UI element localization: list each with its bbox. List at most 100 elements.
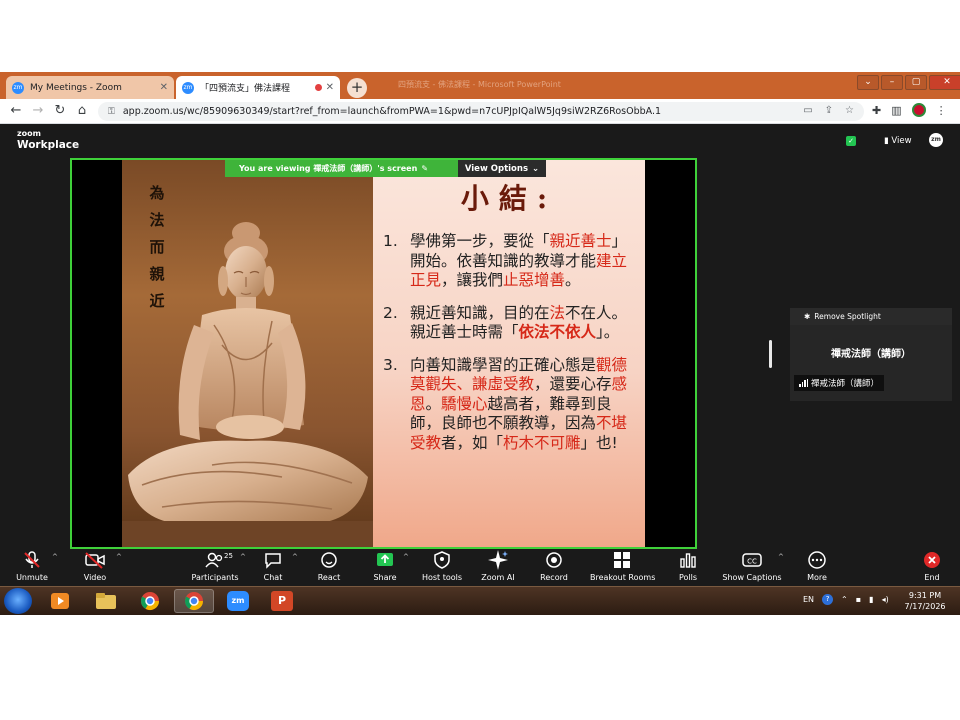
media-player-icon[interactable] (40, 589, 80, 613)
remove-spotlight-button[interactable]: ✱ Remove Spotlight (790, 308, 952, 325)
participant-label-text: 禪戒法師（講師） (811, 379, 880, 389)
captions-icon: CC (742, 553, 762, 567)
slide-list-item: 1. 學佛第一步，要從「親近善士」開始。依善知識的教導才能建立正見，讓我們止惡增善… (383, 232, 641, 291)
extensions-icon[interactable]: ✚ (872, 104, 881, 117)
flag-icon[interactable]: ▪ (856, 595, 861, 604)
slide-title: 小結: (460, 182, 558, 215)
chrome-menu-icon[interactable]: ⋮ (936, 104, 947, 117)
captions-chevron-icon[interactable]: ^ (778, 553, 784, 561)
video-options-chevron-icon[interactable]: ^ (116, 553, 122, 561)
highlight-run: 驕慢心 (441, 394, 488, 413)
text-run: 」。 (596, 323, 620, 341)
window-close-icon[interactable]: ✕ (929, 75, 960, 90)
record-label: Record (540, 573, 568, 582)
reload-icon[interactable]: ↻ (52, 103, 68, 119)
slide-item-list: 1. 學佛第一步，要從「親近善士」開始。依善知識的教導才能建立正見，讓我們止惡增善… (383, 232, 641, 466)
viewing-banner-text: You are viewing 禪戒法師（講師）'s screen (239, 164, 418, 173)
caption-char: 為 (149, 184, 165, 202)
forward-arrow-icon[interactable]: → (30, 103, 46, 119)
more-button[interactable]: More (785, 550, 849, 582)
remove-spotlight-label: Remove Spotlight (814, 312, 881, 321)
tab-course[interactable]: zm 「四預流支」佛法課程 ✕ (176, 76, 340, 99)
zoom-ai-button[interactable]: Zoom AI (466, 550, 530, 582)
windows-start-icon[interactable] (4, 588, 32, 614)
audio-options-chevron-icon[interactable]: ^ (52, 553, 58, 561)
text-run: 向善知識學習的正確心態是 (410, 355, 597, 374)
share-label: Share (373, 573, 397, 582)
taskbar-clock[interactable]: 9:31 PM 7/17/2026 (899, 590, 951, 612)
browser-tab-strip: zm My Meetings - Zoom ✕ zm 「四預流支」佛法課程 ✕ … (0, 72, 960, 99)
side-panel-icon[interactable]: ▥ (891, 104, 901, 117)
encryption-shield-icon[interactable]: ✓ (846, 136, 856, 146)
view-button[interactable]: ▮ View (884, 136, 912, 146)
annotate-pen-icon[interactable]: ✎ (421, 164, 428, 173)
breakout-rooms-label: Breakout Rooms (590, 573, 656, 582)
windows-taskbar: zm P EN ? ⌃ ▪ ▮ ◂) 9:31 PM 7/17/2026 (0, 586, 960, 615)
participants-button[interactable]: Participants (183, 550, 247, 582)
site-info-icon[interactable]: ⚿ (108, 107, 115, 117)
polls-label: Polls (678, 573, 698, 582)
polls-button[interactable]: Polls (656, 550, 720, 582)
share-page-icon[interactable]: ⇪ (825, 105, 833, 116)
tab-label: My Meetings - Zoom (30, 82, 122, 93)
close-tab-icon[interactable]: ✕ (160, 82, 168, 93)
minimize-icon[interactable]: – (881, 75, 903, 90)
end-button[interactable]: End (900, 550, 960, 582)
chrome-active-icon[interactable] (174, 589, 214, 613)
bookmark-star-icon[interactable]: ☆ (845, 105, 854, 116)
svg-text:CC: CC (747, 558, 757, 566)
chevron-down-icon: ⌄ (532, 163, 540, 174)
show-captions-button[interactable]: CC Show Captions (720, 550, 784, 582)
help-icon[interactable]: ? (822, 594, 834, 605)
tabs-dropdown-icon[interactable]: ⌄ (857, 75, 879, 90)
viewing-banner: You are viewing 禪戒法師（講師）'s screen ✎ (225, 160, 458, 177)
view-options-button[interactable]: View Options ⌄ (458, 160, 546, 177)
text-run: 。 (425, 394, 442, 413)
panel-resize-handle[interactable] (769, 340, 772, 368)
file-explorer-icon[interactable] (86, 589, 126, 613)
zoom-header: zoom Workplace ✓ ▮ View zm (0, 124, 960, 156)
close-tab-icon[interactable]: ✕ (326, 82, 334, 93)
zoom-account-badge[interactable]: zm (929, 133, 943, 147)
item-number: 2. (383, 303, 398, 322)
spotlight-video-tile[interactable]: 禪戒法師（講師） 禪戒法師（講師） (790, 325, 952, 401)
item-number: 3. (383, 355, 398, 374)
breakout-rooms-button[interactable]: Breakout Rooms (590, 550, 656, 582)
home-icon[interactable]: ⌂ (74, 103, 90, 119)
address-bar[interactable]: ⚿ app.zoom.us/wc/85909630349/start?ref_f… (98, 102, 864, 121)
system-tray: EN ? ⌃ ▪ ▮ ◂) (803, 594, 889, 605)
record-button[interactable]: Record (522, 550, 586, 582)
back-arrow-icon[interactable]: ← (8, 103, 24, 119)
maximize-icon[interactable]: ▢ (905, 75, 927, 90)
tile-participant-name: 禪戒法師（講師） (831, 349, 911, 360)
cast-icon[interactable]: ▭ (803, 105, 812, 116)
shared-screen: You are viewing 禪戒法師（講師）'s screen ✎ View… (70, 158, 697, 549)
share-chevron-icon[interactable]: ^ (403, 553, 409, 561)
workplace-label: Workplace (17, 139, 80, 151)
zoom-favicon-icon: zm (182, 81, 194, 94)
breakout-icon (614, 552, 630, 568)
text-run: ，還要心存 (534, 375, 612, 393)
tab-my-meetings[interactable]: zm My Meetings - Zoom ✕ (6, 76, 174, 99)
highlight-run: 朽木不可雕 (503, 433, 581, 452)
react-button[interactable]: React (297, 550, 361, 582)
video-label: Video (83, 573, 107, 582)
new-tab-button[interactable]: + (347, 78, 367, 98)
volume-icon[interactable]: ◂) (882, 595, 889, 604)
chrome-icon[interactable] (130, 589, 170, 613)
signal-strength-icon (799, 379, 808, 387)
item-text: 學佛第一步，要從「親近善士」開始。依善知識的教導才能建立正見，讓我們止惡增善。 (410, 232, 641, 291)
tray-chevron-icon[interactable]: ⌃ (841, 595, 848, 604)
zoom-taskbar-icon[interactable]: zm (218, 589, 258, 613)
mic-muted-icon (24, 551, 40, 568)
text-run: 學佛第一步，要從「 (410, 232, 550, 250)
highlight-run: 依法不依人 (518, 323, 597, 341)
host-tools-button[interactable]: Host tools (410, 550, 474, 582)
zoom-ai-label: Zoom AI (481, 573, 515, 582)
recording-indicator-icon (314, 84, 322, 91)
profile-avatar-icon[interactable] (911, 103, 926, 117)
powerpoint-icon[interactable]: P (262, 589, 302, 613)
language-indicator[interactable]: EN (803, 595, 814, 604)
background-window-title: 四預流支 - 佛法課程 - Microsoft PowerPoint (398, 80, 561, 89)
network-icon[interactable]: ▮ (869, 595, 873, 604)
